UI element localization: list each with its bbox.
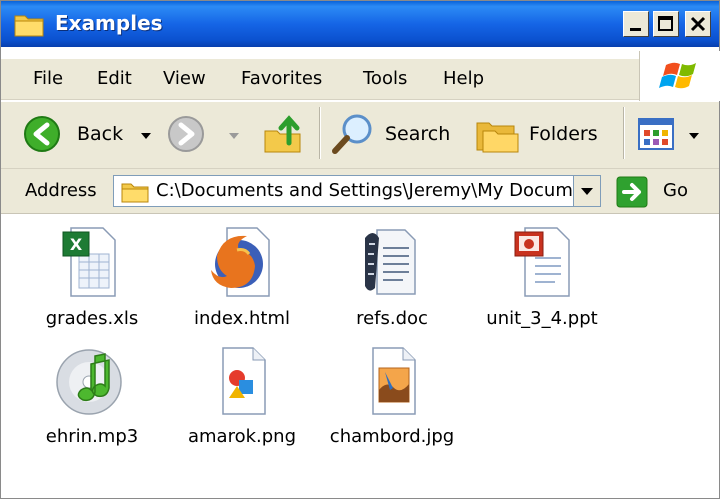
menu-favorites[interactable]: Favorites [241,68,322,89]
views-icon [638,118,674,150]
address-path: C:\Documents and Settings\Jeremy\My Docu… [156,180,600,201]
file-item-index-html[interactable]: index.html [177,224,307,334]
close-button[interactable] [685,11,711,37]
back-button[interactable]: Back [21,109,161,159]
file-item-amarok-png[interactable]: amarok.png [177,342,307,452]
address-label: Address [25,180,97,201]
toolbar-separator [623,107,625,159]
file-item-chambord-jpg[interactable]: chambord.jpg [327,342,457,452]
forward-button[interactable] [165,109,245,159]
file-item-grades-xls[interactable]: X grades.xls [27,224,157,334]
menu-view[interactable]: View [163,68,206,89]
go-button[interactable]: Go [613,173,713,209]
menu-file[interactable]: File [33,68,63,89]
file-name: ehrin.mp3 [45,426,139,447]
title-bar[interactable]: Examples [1,1,719,47]
forward-arrow-icon [168,116,204,152]
file-item-ehrin-mp3[interactable]: ehrin.mp3 [27,342,157,452]
views-dropdown-icon [689,133,699,139]
folders-button[interactable]: Folders [473,109,613,159]
forward-dropdown-icon [229,133,239,139]
maximize-button[interactable] [653,11,679,37]
up-folder-icon [264,115,301,153]
go-arrow-icon [616,176,648,208]
address-bar: Address C:\Documents and Settings\Jeremy… [1,169,719,214]
go-label: Go [663,180,688,201]
close-icon [690,16,706,32]
menu-tools[interactable]: Tools [363,68,407,89]
windows-flag-icon [659,62,696,89]
toolbar-separator [319,107,321,159]
menu-help[interactable]: Help [443,68,484,89]
menu-edit[interactable]: Edit [97,68,132,89]
excel-file-icon: X [62,227,116,297]
search-icon [332,114,372,154]
document-file-icon [365,229,416,295]
file-name: amarok.png [187,426,297,447]
svg-text:X: X [70,235,83,254]
folders-label: Folders [529,123,598,145]
file-name: unit_3_4.ppt [486,308,598,329]
up-folder-button[interactable] [259,109,309,159]
file-name: index.html [194,308,290,329]
window-title: Examples [55,11,163,35]
folder-icon [14,15,44,37]
file-name: grades.xls [45,308,139,329]
chevron-down-icon [581,188,593,195]
powerpoint-file-icon [514,227,570,297]
search-button[interactable]: Search [329,109,459,159]
minimize-button[interactable] [623,11,649,37]
png-image-icon [222,347,266,415]
minimize-icon [630,28,641,31]
address-dropdown-button[interactable] [573,176,600,206]
file-item-refs-doc[interactable]: refs.doc [327,224,457,334]
back-dropdown-icon [141,133,151,139]
views-button[interactable] [635,109,715,159]
itunes-music-icon [56,349,122,415]
search-label: Search [385,123,451,145]
file-list-pane: X grades.xls index.html refs.doc unit_3_… [1,214,719,498]
folder-icon [121,183,149,203]
windows-logo [639,51,720,101]
maximize-icon [658,16,673,31]
firefox-html-icon [211,227,270,297]
explorer-window: Examples File Edit View Favorites Tools … [0,0,720,499]
folders-icon [476,122,519,153]
file-name: refs.doc [356,308,428,329]
jpg-image-icon [372,347,416,415]
address-input[interactable]: C:\Documents and Settings\Jeremy\My Docu… [113,175,601,207]
menu-bar: File Edit View Favorites Tools Help [1,59,719,100]
back-arrow-icon [24,116,60,152]
back-label: Back [77,123,124,145]
file-item-unit-3-4-ppt[interactable]: unit_3_4.ppt [477,224,607,334]
file-name: chambord.jpg [329,426,455,447]
